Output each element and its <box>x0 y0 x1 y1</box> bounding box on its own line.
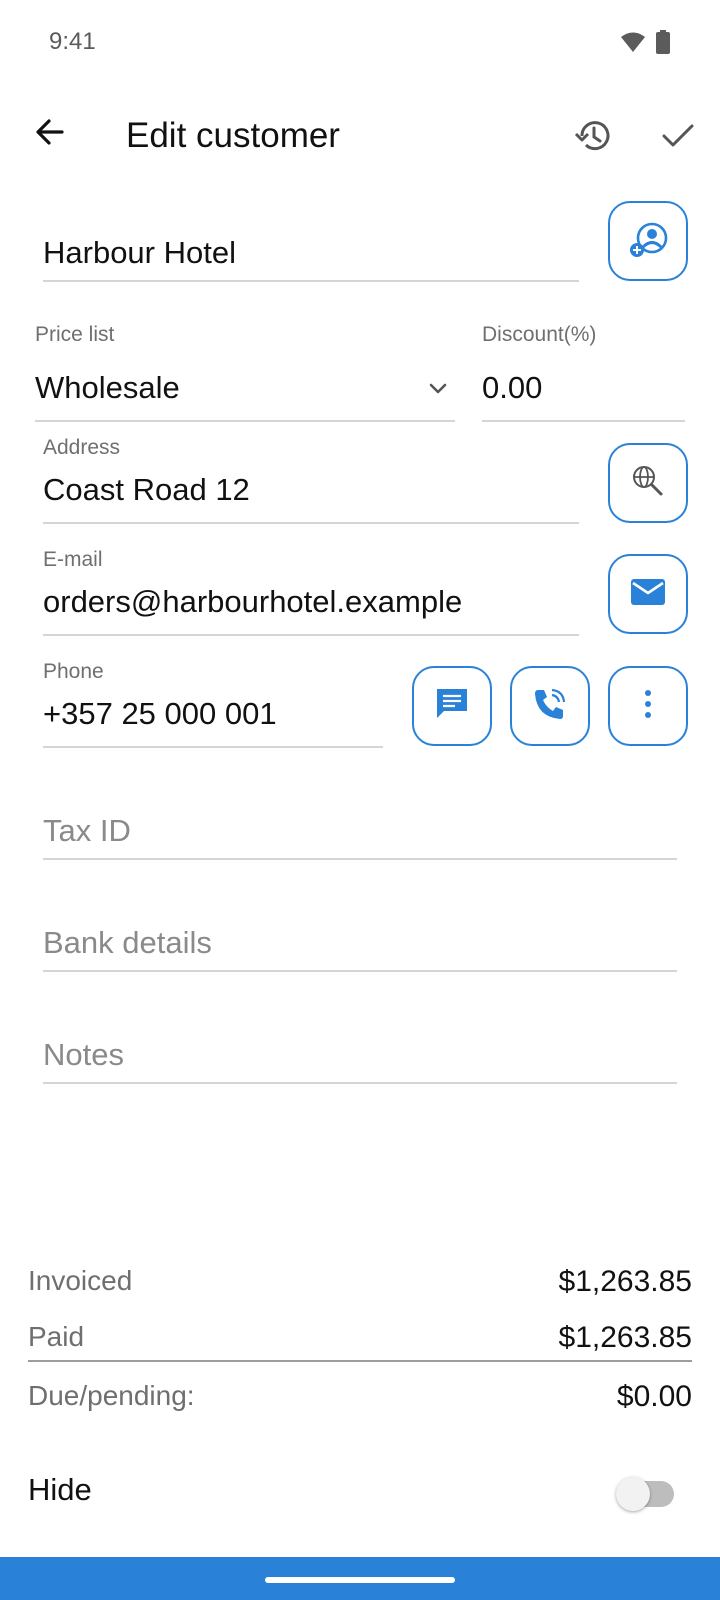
mail-icon <box>630 577 666 612</box>
back-arrow-icon <box>34 116 66 153</box>
phone-input[interactable]: +357 25 000 001 <box>43 696 277 732</box>
discount-label: Discount(%) <box>482 323 597 346</box>
hide-toggle[interactable] <box>616 1474 676 1514</box>
address-underline <box>43 522 579 524</box>
hide-label: Hide <box>28 1472 92 1507</box>
search-location-button[interactable] <box>608 443 688 523</box>
price-list-label: Price list <box>35 323 115 346</box>
phone-underline <box>43 746 383 748</box>
summary-divider <box>28 1360 692 1362</box>
history-button[interactable] <box>570 115 616 161</box>
paid-label: Paid <box>28 1321 85 1352</box>
discount-input[interactable]: 0.00 <box>482 370 542 406</box>
bank-details-underline <box>43 970 677 972</box>
wifi-icon <box>620 31 646 58</box>
customer-name-underline <box>43 280 579 282</box>
history-icon <box>573 116 613 161</box>
more-options-button[interactable] <box>608 666 688 746</box>
discount-underline <box>482 420 685 422</box>
price-list-value[interactable]: Wholesale <box>35 370 180 406</box>
phone-call-icon <box>532 686 568 727</box>
pick-contact-button[interactable] <box>608 201 688 281</box>
phone-label: Phone <box>43 660 104 683</box>
address-input[interactable]: Coast Road 12 <box>43 472 250 508</box>
due-value: $0.00 <box>616 1380 692 1413</box>
home-gesture-handle[interactable] <box>265 1577 455 1583</box>
notes-input[interactable]: Notes <box>43 1037 124 1073</box>
address-label: Address <box>43 436 121 459</box>
hide-toggle-thumb <box>616 1477 650 1511</box>
chevron-down-icon[interactable] <box>428 382 448 401</box>
send-email-button[interactable] <box>608 554 688 634</box>
email-underline <box>43 634 579 636</box>
tax-id-input[interactable]: Tax ID <box>43 813 131 849</box>
send-sms-button[interactable] <box>412 666 492 746</box>
more-vert-icon <box>644 689 652 724</box>
back-button[interactable] <box>28 112 72 156</box>
status-icons <box>620 30 670 59</box>
customer-name-input[interactable]: Harbour Hotel <box>43 235 236 271</box>
notes-underline <box>43 1082 677 1084</box>
add-contact-icon <box>628 219 668 264</box>
globe-search-icon <box>630 463 666 504</box>
call-button[interactable] <box>510 666 590 746</box>
invoiced-label: Invoiced <box>28 1265 133 1296</box>
page-title: Edit customer <box>126 116 340 155</box>
bank-details-input[interactable]: Bank details <box>43 925 212 961</box>
email-label: E-mail <box>43 548 103 571</box>
price-list-underline <box>35 420 455 422</box>
invoiced-value: $1,263.85 <box>558 1265 692 1298</box>
check-icon <box>660 117 696 158</box>
tax-id-underline <box>43 858 677 860</box>
message-icon <box>434 686 470 727</box>
email-input[interactable]: orders@harbourhotel.example <box>43 584 462 620</box>
save-button[interactable] <box>656 115 700 159</box>
battery-icon <box>656 30 670 59</box>
paid-value: $1,263.85 <box>558 1321 692 1354</box>
due-label: Due/pending: <box>28 1380 195 1411</box>
status-time: 9:41 <box>49 28 96 55</box>
